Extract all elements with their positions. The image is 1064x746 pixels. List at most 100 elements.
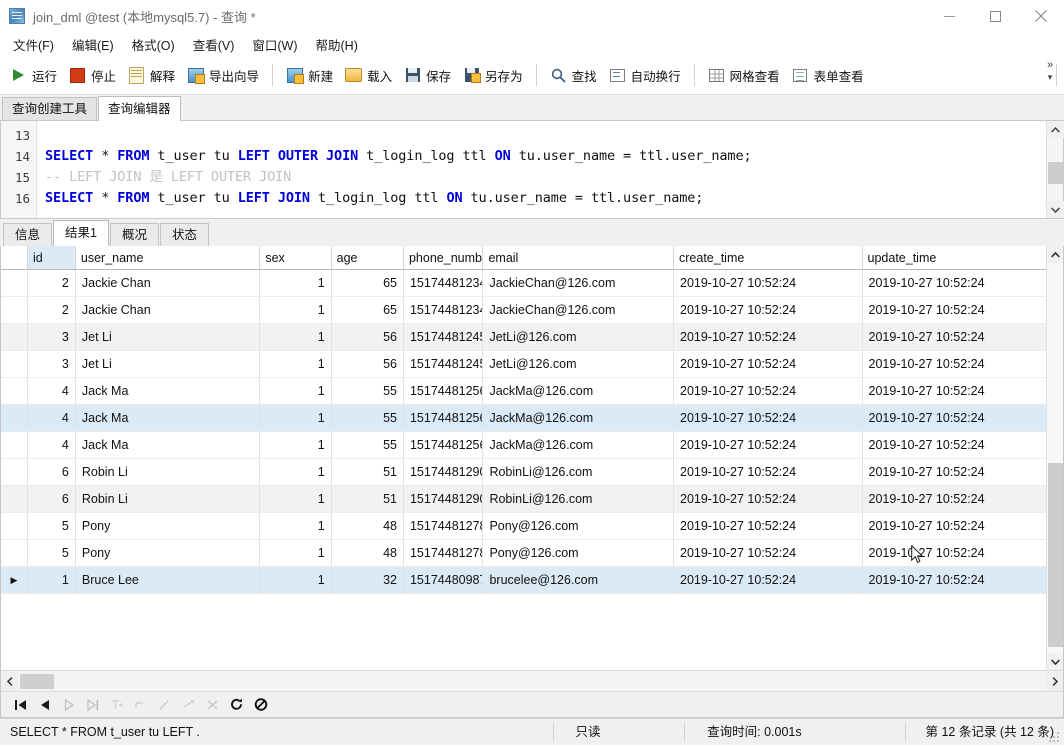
menu-format[interactable]: 格式(O) [123, 32, 184, 57]
cell-sex[interactable]: 1 [260, 270, 331, 297]
menu-help[interactable]: 帮助(H) [307, 32, 367, 57]
grid-scroll-up-icon[interactable] [1047, 246, 1064, 263]
first-record-icon[interactable] [9, 694, 33, 716]
scroll-left-icon[interactable] [1, 672, 18, 691]
column-header-phone_number[interactable]: phone_number [403, 246, 482, 270]
cell-sex[interactable]: 1 [260, 567, 331, 594]
menu-view[interactable]: 查看(V) [184, 32, 244, 57]
cell-sex[interactable]: 1 [260, 486, 331, 513]
cell-phone_number[interactable]: 15174481256 [403, 405, 482, 432]
cell-phone_number[interactable]: 15174481245 [403, 324, 482, 351]
cell-email[interactable]: brucelee@126.com [483, 567, 674, 594]
cell-update_time[interactable]: 2019-10-27 10:52:24 [862, 567, 1046, 594]
row-marker[interactable] [1, 405, 27, 432]
table-row[interactable]: 4Jack Ma15515174481256JackMa@126.com2019… [1, 405, 1046, 432]
cell-update_time[interactable]: 2019-10-27 10:52:24 [862, 432, 1046, 459]
cell-update_time[interactable]: 2019-10-27 10:52:24 [862, 378, 1046, 405]
delete-record-icon[interactable] [129, 694, 153, 716]
grid-scroll-thumb[interactable] [1048, 463, 1063, 647]
apply-change-icon[interactable] [177, 694, 201, 716]
prev-record-icon[interactable] [33, 694, 57, 716]
save-button[interactable]: 保存 [398, 61, 457, 89]
cell-id[interactable]: 6 [27, 486, 75, 513]
row-marker[interactable] [1, 540, 27, 567]
cell-user_name[interactable]: Jack Ma [75, 432, 259, 459]
table-row[interactable]: ▶1Bruce Lee13215174480987brucelee@126.co… [1, 567, 1046, 594]
grid-vertical-scrollbar[interactable] [1046, 246, 1063, 670]
cell-age[interactable]: 48 [331, 540, 403, 567]
row-marker[interactable] [1, 513, 27, 540]
cell-id[interactable]: 4 [27, 405, 75, 432]
cell-email[interactable]: JackMa@126.com [483, 405, 674, 432]
grid-horizontal-scrollbar[interactable] [1, 670, 1063, 691]
table-row[interactable]: 3Jet Li15615174481245JetLi@126.com2019-1… [1, 324, 1046, 351]
h-scroll-thumb[interactable] [20, 674, 54, 689]
cell-phone_number[interactable]: 15174481278 [403, 513, 482, 540]
table-row[interactable]: 2Jackie Chan16515174481234JackieChan@126… [1, 270, 1046, 297]
cell-update_time[interactable]: 2019-10-27 10:52:24 [862, 351, 1046, 378]
table-row[interactable]: 6Robin Li15115174481290RobinLi@126.com20… [1, 459, 1046, 486]
cell-age[interactable]: 48 [331, 513, 403, 540]
cell-user_name[interactable]: Jackie Chan [75, 297, 259, 324]
cell-phone_number[interactable]: 15174481234 [403, 270, 482, 297]
row-marker[interactable] [1, 297, 27, 324]
next-record-icon[interactable] [57, 694, 81, 716]
cell-email[interactable]: JackMa@126.com [483, 432, 674, 459]
cell-create_time[interactable]: 2019-10-27 10:52:24 [674, 486, 863, 513]
stop-loading-icon[interactable] [249, 694, 273, 716]
cell-user_name[interactable]: Pony [75, 513, 259, 540]
table-row[interactable]: 5Pony14815174481278Pony@126.com2019-10-2… [1, 513, 1046, 540]
cell-age[interactable]: 55 [331, 405, 403, 432]
cell-user_name[interactable]: Robin Li [75, 486, 259, 513]
cell-update_time[interactable]: 2019-10-27 10:52:24 [862, 540, 1046, 567]
cell-sex[interactable]: 1 [260, 324, 331, 351]
export-wizard-button[interactable]: 导出向导 [181, 61, 265, 89]
cell-sex[interactable]: 1 [260, 540, 331, 567]
cell-user_name[interactable]: Jet Li [75, 351, 259, 378]
cell-sex[interactable]: 1 [260, 405, 331, 432]
cell-create_time[interactable]: 2019-10-27 10:52:24 [674, 351, 863, 378]
refresh-icon[interactable] [225, 694, 249, 716]
tab-result1[interactable]: 结果1 [53, 220, 109, 246]
menu-edit[interactable]: 编辑(E) [63, 32, 123, 57]
cell-id[interactable]: 2 [27, 270, 75, 297]
cell-age[interactable]: 55 [331, 432, 403, 459]
tab-profile[interactable]: 概况 [110, 223, 159, 246]
cell-id[interactable]: 2 [27, 297, 75, 324]
stop-button[interactable]: 停止 [63, 61, 122, 89]
editor-scroll-thumb[interactable] [1048, 162, 1063, 184]
cell-age[interactable]: 51 [331, 459, 403, 486]
form-view-button[interactable]: 表单查看 [786, 61, 870, 89]
cell-sex[interactable]: 1 [260, 432, 331, 459]
cell-age[interactable]: 55 [331, 378, 403, 405]
tab-query-builder[interactable]: 查询创建工具 [2, 97, 97, 120]
row-marker[interactable] [1, 351, 27, 378]
explain-button[interactable]: 解释 [122, 61, 181, 89]
sql-editor[interactable]: 13 14 15 16 SELECT * FROM t_user tu LEFT… [0, 121, 1064, 219]
tab-status[interactable]: 状态 [160, 223, 209, 246]
cell-update_time[interactable]: 2019-10-27 10:52:24 [862, 513, 1046, 540]
cell-id[interactable]: 4 [27, 378, 75, 405]
row-marker[interactable] [1, 378, 27, 405]
toolbar-overflow-button[interactable]: » ▾ [1042, 59, 1058, 91]
cell-user_name[interactable]: Jackie Chan [75, 270, 259, 297]
grid-scroll-down-icon[interactable] [1047, 653, 1064, 670]
cell-user_name[interactable]: Jack Ma [75, 378, 259, 405]
menu-file[interactable]: 文件(F) [4, 32, 63, 57]
cell-create_time[interactable]: 2019-10-27 10:52:24 [674, 567, 863, 594]
resize-grip-icon[interactable] [1049, 730, 1061, 742]
table-row[interactable]: 4Jack Ma15515174481256JackMa@126.com2019… [1, 378, 1046, 405]
cell-phone_number[interactable]: 15174481278 [403, 540, 482, 567]
cell-create_time[interactable]: 2019-10-27 10:52:24 [674, 297, 863, 324]
row-marker[interactable] [1, 486, 27, 513]
maximize-icon[interactable] [972, 0, 1018, 32]
column-header-create_time[interactable]: create_time [674, 246, 863, 270]
close-icon[interactable] [1018, 0, 1064, 32]
cell-id[interactable]: 3 [27, 324, 75, 351]
cell-sex[interactable]: 1 [260, 513, 331, 540]
row-marker[interactable] [1, 270, 27, 297]
editor-scroll-track[interactable] [1047, 138, 1064, 201]
column-header-sex[interactable]: sex [260, 246, 331, 270]
result-grid[interactable]: iduser_namesexagephone_numberemailcreate… [1, 246, 1046, 670]
new-button[interactable]: 新建 [280, 61, 339, 89]
